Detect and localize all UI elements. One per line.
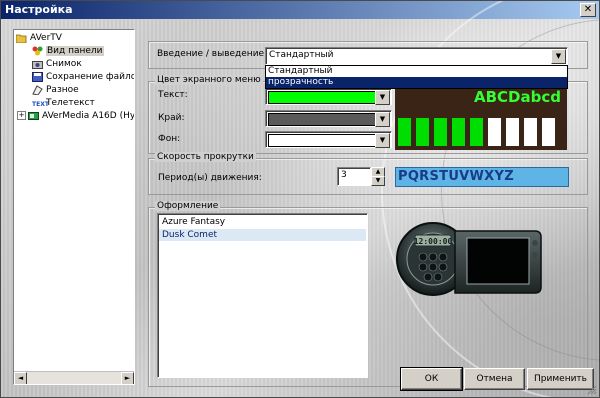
chevron-down-icon: ▼	[379, 136, 386, 144]
misc-icon	[32, 84, 43, 96]
expand-icon[interactable]: +	[17, 111, 26, 120]
scroll-preview-text: PQRSTUVWXYZ	[398, 169, 514, 184]
arrow-right-icon: ►	[124, 374, 131, 382]
save-files-icon	[32, 71, 43, 82]
scroll-left-button[interactable]: ◄	[14, 372, 27, 384]
osd-color-title: Цвет экранного меню	[155, 75, 263, 85]
skin-preview-time: 12:00:00	[414, 237, 453, 246]
osd-preview-bar	[542, 118, 555, 146]
cancel-button[interactable]: Отмена	[464, 368, 525, 390]
transition-option[interactable]: Стандартный	[266, 66, 567, 77]
spin-down-button[interactable]: ▼	[371, 176, 385, 186]
panel-view-icon	[32, 46, 43, 56]
window-title: Настройка	[5, 3, 73, 16]
tree-item-avertv[interactable]: AVerTV	[15, 32, 62, 45]
dropdown-button[interactable]: ▼	[375, 133, 390, 148]
text-color-swatch	[268, 91, 376, 104]
ok-button[interactable]: ОК	[400, 367, 463, 391]
osd-preview-text: ABCDabcd	[474, 88, 561, 106]
osd-preview-bar	[506, 118, 519, 146]
skin-item-dusk-comet[interactable]: Dusk Comet	[159, 229, 366, 241]
osd-preview-bar	[416, 118, 429, 146]
background-color-label: Фон:	[158, 134, 181, 144]
chevron-down-icon: ▼	[555, 52, 562, 60]
tree-item-label: Сохранение файлов	[46, 72, 135, 82]
scroll-period-value: 3	[341, 170, 347, 180]
osd-preview-bar	[452, 118, 465, 146]
tree-item-label: Разное	[46, 85, 79, 95]
transition-label: Введение / выведение:	[157, 49, 268, 59]
osd-preview-bar	[398, 118, 411, 146]
scroll-right-button[interactable]: ►	[121, 372, 134, 384]
arrow-left-icon: ◄	[17, 374, 24, 382]
folder-open-icon	[15, 33, 27, 43]
skin-preview: 12:00:00	[395, 221, 543, 297]
tree-item-teletext[interactable]: TEXTТелетекст	[32, 97, 95, 110]
osd-preview: ABCDabcd	[395, 86, 567, 150]
apply-button[interactable]: Применить	[527, 368, 594, 390]
resize-grip-icon[interactable]	[587, 385, 597, 395]
transition-value: Стандартный	[269, 50, 334, 60]
background-color-picker[interactable]: ▼	[265, 131, 392, 148]
dropdown-button[interactable]: ▼	[551, 49, 566, 64]
osd-preview-bar	[524, 118, 537, 146]
skin-item-azure-fantasy[interactable]: Azure Fantasy	[159, 216, 366, 228]
chevron-down-icon: ▼	[379, 93, 386, 101]
skin-title: Оформление	[155, 201, 221, 211]
teletext-icon: TEXT	[32, 100, 49, 108]
osd-preview-bar	[470, 118, 483, 146]
tree-item-label: Вид панели	[46, 46, 104, 56]
settings-window: Настройка ✕ AVerTV Вид панели Снимок Сох…	[0, 0, 600, 398]
tv-tuner-icon	[28, 111, 39, 121]
osd-preview-bar	[488, 118, 501, 146]
osd-preview-bar	[434, 118, 447, 146]
tree-horizontal-scrollbar[interactable]: ◄ ►	[14, 371, 134, 384]
dropdown-button[interactable]: ▼	[375, 90, 390, 105]
scroll-speed-title: Скорость прокрутки	[155, 152, 256, 162]
transition-select[interactable]: Стандартный ▼	[265, 47, 568, 65]
tree-item-snapshot[interactable]: Снимок	[32, 58, 82, 71]
edge-color-picker[interactable]: ▼	[265, 110, 392, 127]
tree-item-misc[interactable]: Разное	[32, 84, 79, 97]
skin-list[interactable]: Azure Fantasy Dusk Comet	[157, 213, 368, 378]
text-color-label: Текст:	[158, 90, 188, 100]
tree-item-label: AVerTV	[30, 33, 62, 43]
tree-item-label: Телетекст	[46, 98, 95, 108]
tree-item-label: AVerMedia A16D (Hyb	[42, 111, 135, 121]
tree-item-avermedia[interactable]: + AVerMedia A16D (Hyb	[17, 110, 135, 123]
tree-item-label: Снимок	[46, 59, 82, 69]
chevron-up-icon: ▲	[375, 168, 381, 175]
scroll-period-label: Период(ы) движения:	[158, 173, 262, 183]
dropdown-button[interactable]: ▼	[375, 112, 390, 127]
tree-item-save-files[interactable]: Сохранение файлов	[32, 71, 135, 84]
scroll-period-spinner[interactable]: ▲ ▼	[371, 167, 385, 186]
settings-tree[interactable]: AVerTV Вид панели Снимок Сохранение файл…	[13, 29, 135, 385]
background-color-swatch	[268, 134, 376, 147]
camera-icon	[32, 59, 43, 69]
scroll-preview: PQRSTUVWXYZ	[395, 167, 569, 187]
tree-item-panel-view[interactable]: Вид панели	[32, 45, 104, 58]
chevron-down-icon: ▼	[379, 115, 386, 123]
edge-color-label: Край:	[158, 113, 185, 123]
chevron-down-icon: ▼	[375, 177, 381, 184]
text-color-picker[interactable]: ▼	[265, 88, 392, 105]
edge-color-swatch	[268, 113, 376, 126]
scroll-period-input[interactable]: 3	[337, 167, 371, 186]
transition-dropdown-list[interactable]: Стандартный прозрачность	[265, 65, 568, 89]
transition-option[interactable]: прозрачность	[266, 77, 567, 88]
